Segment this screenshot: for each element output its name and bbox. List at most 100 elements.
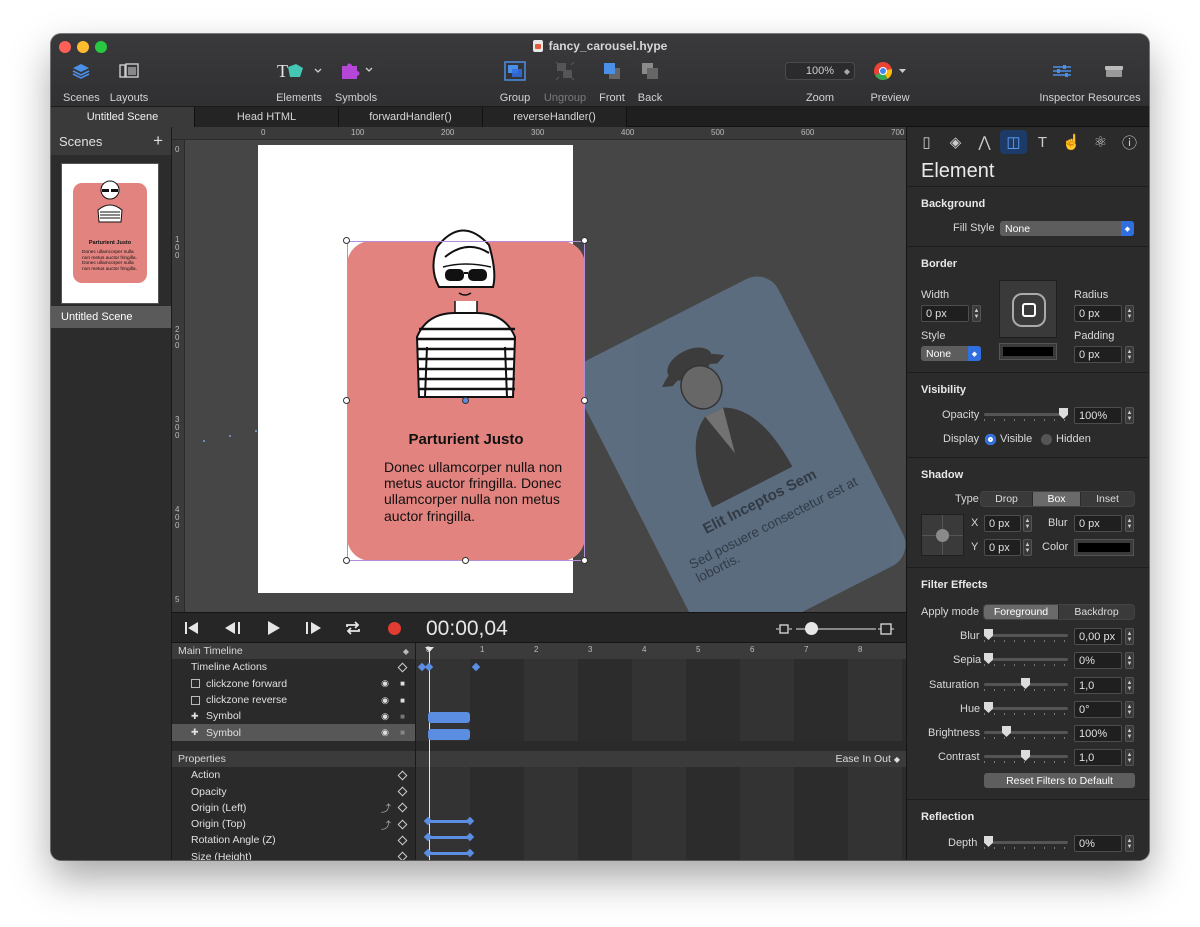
keyframe-diamond-icon[interactable] — [397, 802, 408, 813]
resize-handle[interactable] — [343, 237, 350, 244]
sepia-slider[interactable] — [984, 653, 1068, 666]
foreground-option[interactable]: Foreground — [984, 605, 1059, 619]
border-style-select[interactable]: None ◆ — [921, 346, 981, 361]
property-row[interactable]: Opacity — [172, 783, 415, 799]
shadow-y-stepper[interactable]: ▲ ▼ — [1023, 539, 1032, 556]
layer-row[interactable]: ✚ Symbol ◉ ■ — [172, 708, 415, 724]
resize-handle[interactable] — [462, 557, 469, 564]
layer-row[interactable]: clickzone reverse ◉ ■ — [172, 692, 415, 708]
timeline-track-area[interactable]: 0 1 2 3 4 5 6 7 8 Ease In Out ◆ — [416, 643, 906, 860]
shadow-type-segmented[interactable]: Drop Box Inset — [980, 491, 1135, 507]
shadow-x-field[interactable]: 0 px — [984, 515, 1021, 532]
element-inspector-icon[interactable]: ◫ — [1000, 130, 1027, 154]
property-row[interactable]: Size (Height) — [172, 849, 415, 860]
tab-forward-handler[interactable]: forwardHandler() — [339, 107, 483, 127]
property-row[interactable]: Action — [172, 767, 415, 783]
shadow-drop-option[interactable]: Drop — [981, 492, 1033, 506]
saturation-slider[interactable] — [984, 678, 1068, 691]
shadow-inset-option[interactable]: Inset — [1081, 492, 1134, 506]
keyframe-diamond-icon[interactable] — [397, 835, 408, 846]
keyframe-diamond-icon[interactable] — [397, 786, 408, 797]
record-button[interactable] — [388, 622, 401, 635]
layer-row[interactable]: Timeline Actions — [172, 659, 415, 675]
scenes-button[interactable]: Scenes — [63, 58, 100, 104]
hue-slider[interactable] — [984, 702, 1068, 715]
shadow-y-field[interactable]: 0 px — [984, 539, 1021, 556]
eye-icon[interactable]: ◉ — [381, 711, 389, 722]
symbols-button[interactable]: Symbols — [334, 58, 378, 104]
easing-selector[interactable]: Ease In Out ◆ — [835, 753, 900, 765]
eye-icon[interactable]: ◉ — [381, 727, 389, 738]
opacity-stepper[interactable]: ▲ ▼ — [1125, 407, 1134, 424]
border-color-well[interactable] — [999, 343, 1057, 360]
blur-field[interactable]: 0,00 px — [1074, 628, 1122, 645]
keyframe-diamond-icon[interactable] — [397, 662, 408, 673]
scene-inspector-icon[interactable]: ◈ — [942, 130, 969, 154]
layer-row[interactable]: clickzone forward ◉ ■ — [172, 676, 415, 692]
typography-inspector-icon[interactable]: T — [1029, 130, 1056, 154]
hue-field[interactable]: 0° — [1074, 701, 1122, 718]
backdrop-option[interactable]: Backdrop — [1059, 605, 1134, 619]
resources-button[interactable]: Resources — [1088, 58, 1141, 104]
zoom-field[interactable]: 100% ◆ — [785, 62, 855, 80]
tab-untitled-scene[interactable]: Untitled Scene — [51, 107, 195, 127]
symbol-animation-bar[interactable] — [428, 712, 470, 723]
zoom-in-timeline-icon[interactable] — [878, 623, 894, 635]
playhead[interactable] — [429, 647, 430, 860]
eye-icon[interactable]: ◉ — [381, 695, 389, 706]
document-inspector-icon[interactable]: ▯ — [913, 130, 940, 154]
info-icon[interactable]: ⓘ — [1116, 130, 1143, 154]
sepia-field[interactable]: 0% — [1074, 652, 1122, 669]
resize-handle[interactable] — [343, 557, 350, 564]
inspector-button[interactable]: Inspector — [1039, 58, 1085, 104]
shadow-color-well[interactable] — [1074, 539, 1134, 556]
fill-style-select[interactable]: None ◆ — [1000, 221, 1134, 236]
tab-head-html[interactable]: Head HTML — [195, 107, 339, 127]
motion-path-icon[interactable]: ⤴ — [381, 800, 391, 815]
add-scene-button[interactable]: + — [153, 131, 163, 151]
lock-icon[interactable]: ■ — [400, 696, 405, 705]
elements-button[interactable]: T Elements — [274, 58, 324, 104]
step-forward-icon[interactable] — [304, 621, 322, 635]
keyframe-diamond-icon[interactable] — [397, 819, 408, 830]
shadow-box-option[interactable]: Box — [1033, 492, 1081, 506]
border-sides-selector[interactable] — [999, 280, 1057, 338]
symbol-animation-bar[interactable] — [428, 729, 470, 740]
resize-handle[interactable] — [581, 237, 588, 244]
reset-filters-button[interactable]: Reset Filters to Default — [984, 773, 1135, 788]
timeline-zoom-knob[interactable] — [805, 622, 818, 635]
border-radius-stepper[interactable]: ▲ ▼ — [1125, 305, 1134, 322]
bring-to-front-button[interactable]: Front — [597, 58, 627, 104]
saturation-stepper[interactable]: ▲ ▼ — [1125, 677, 1134, 694]
contrast-slider[interactable] — [984, 750, 1068, 763]
ungroup-button[interactable]: Ungroup — [541, 58, 589, 104]
property-row[interactable]: Rotation Angle (Z) — [172, 832, 415, 848]
shadow-x-stepper[interactable]: ▲ ▼ — [1023, 515, 1032, 532]
saturation-field[interactable]: 1,0 — [1074, 677, 1122, 694]
tab-reverse-handler[interactable]: reverseHandler() — [483, 107, 627, 127]
lock-icon[interactable]: ■ — [400, 679, 405, 688]
scene-thumbnail[interactable]: Parturient Justo Donec ullamcorper nulla… — [61, 163, 159, 304]
layouts-button[interactable]: Layouts — [107, 58, 151, 104]
keyframe-diamond-icon[interactable] — [397, 770, 408, 781]
opacity-field[interactable]: 100% — [1074, 407, 1122, 424]
resize-handle[interactable] — [581, 557, 588, 564]
scene-canvas[interactable]: 0 100 200 300 400 500 600 700 0 1 0 0 2 … — [172, 127, 906, 612]
border-width-stepper[interactable]: ▲ ▼ — [972, 305, 981, 322]
resize-handle[interactable] — [343, 397, 350, 404]
border-radius-field[interactable]: 0 px — [1074, 305, 1122, 322]
step-back-icon[interactable] — [224, 621, 242, 635]
shadow-offset-pad[interactable] — [921, 514, 964, 556]
contrast-field[interactable]: 1,0 — [1074, 749, 1122, 766]
resize-handle[interactable] — [581, 397, 588, 404]
visible-radio[interactable] — [985, 434, 996, 445]
physics-atom-icon[interactable]: ⚛ — [1087, 130, 1114, 154]
zoom-control[interactable]: 100% ◆ Zoom — [784, 58, 856, 104]
shadow-blur-field[interactable]: 0 px — [1074, 515, 1122, 532]
motion-path-icon[interactable]: ⤴ — [381, 817, 391, 832]
loop-icon[interactable] — [344, 620, 362, 636]
brightness-stepper[interactable]: ▲ ▼ — [1125, 725, 1134, 742]
padding-field[interactable]: 0 px — [1074, 346, 1122, 363]
blur-stepper[interactable]: ▲ ▼ — [1125, 628, 1134, 645]
timeline-selector[interactable]: Main Timeline ◆ — [172, 643, 415, 660]
